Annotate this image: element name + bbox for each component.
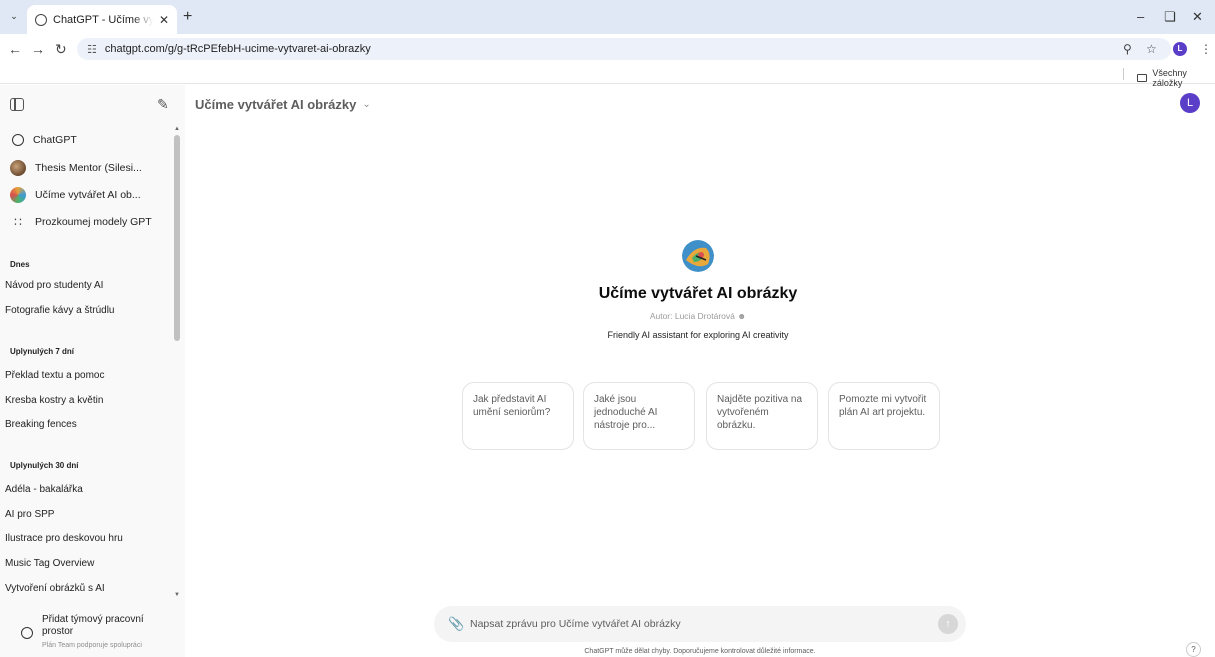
send-button[interactable]: ↑ — [938, 614, 958, 634]
sidebar-item-explore-gpts[interactable]: ∷ Prozkoumej modely GPT — [10, 211, 175, 233]
conversation-item[interactable]: Vytvoření obrázků s AI — [5, 583, 170, 594]
conversation-starter[interactable]: Jaké jsou jednoduché AI nástroje pro... — [583, 382, 695, 450]
restore-icon[interactable]: ❏ — [1164, 9, 1176, 25]
bookmarks-divider — [1123, 68, 1124, 80]
scroll-down-arrow-icon[interactable]: ▼ — [174, 592, 180, 598]
bookmarks-bar: Všechny záložky — [0, 64, 1215, 88]
new-chat-icon[interactable]: ✎ — [157, 96, 173, 112]
new-tab-button[interactable]: + — [183, 8, 192, 26]
all-bookmarks-label: Všechny záložky — [1152, 68, 1187, 88]
address-bar[interactable]: ☷ chatgpt.com/g/g-tRcPEfebH-ucime-vytvar… — [77, 38, 1171, 60]
toggle-sidebar-icon[interactable] — [10, 98, 24, 111]
sidebar-item-thesis-mentor[interactable]: Thesis Mentor (Silesi... — [10, 157, 175, 179]
conversation-starter[interactable]: Pomozte mi vytvořit plán AI art projektu… — [828, 382, 940, 450]
tab-title: ChatGPT - Učíme vytvářet AI obrázky — [53, 13, 153, 26]
sidebar-item-chatgpt[interactable]: ChatGPT — [10, 129, 175, 151]
conversation-item[interactable]: Fotografie kávy a štrúdlu — [5, 305, 170, 316]
browser-profile-avatar[interactable]: L — [1173, 42, 1187, 56]
folder-icon — [1137, 74, 1148, 82]
gpt-selector[interactable]: Učíme vytvářet AI obrázky ⌄ — [195, 97, 371, 112]
gpt-avatar — [682, 240, 714, 272]
scroll-up-arrow-icon[interactable]: ▲ — [174, 126, 180, 132]
sidebar-item-label: Thesis Mentor (Silesi... — [35, 162, 142, 174]
team-workspace-subtitle: Plán Team podporuje spolupráci — [42, 642, 142, 649]
gpt-title: Učíme vytvářet AI obrázky — [598, 285, 798, 302]
ucime-vytvaret-avatar — [10, 187, 26, 203]
disclaimer: ChatGPT může dělat chyby. Doporučujeme k… — [584, 648, 816, 655]
sidebar-scrollbar[interactable] — [174, 135, 180, 341]
person-icon: ☻ — [737, 311, 747, 321]
header-title: Učíme vytvářet AI obrázky — [195, 97, 357, 112]
chatgpt-favicon-icon — [35, 13, 47, 26]
browser-menu-icon[interactable]: ⋮ — [1200, 42, 1212, 56]
conversation-item[interactable]: Ilustrace pro deskovou hru — [5, 533, 170, 544]
attach-paperclip-icon[interactable]: 📎 — [448, 616, 464, 632]
zoom-icon[interactable]: ⚲ — [1123, 42, 1132, 56]
thesis-mentor-avatar — [10, 160, 26, 176]
conversation-item[interactable]: AI pro SPP — [5, 509, 170, 520]
conversation-item[interactable]: Kresba kostry a květin — [5, 395, 170, 406]
gpt-description: Friendly AI assistant for exploring AI c… — [607, 330, 789, 340]
sidebar-item-label: ChatGPT — [33, 134, 77, 146]
conversation-item[interactable]: Adéla - bakalářka — [5, 484, 170, 495]
browser-tabstrip: ⌄ ChatGPT - Učíme vytvářet AI obrázky ✕ … — [0, 0, 1215, 34]
conversation-starter[interactable]: Najděte pozitiva na vytvořeném obrázku. — [706, 382, 818, 450]
browser-toolbar: ← → ↻ ☷ chatgpt.com/g/g-tRcPEfebH-ucime-… — [0, 34, 1215, 64]
section-title-today: Dnes — [10, 260, 30, 269]
all-bookmarks-button[interactable]: Všechny záložky — [1137, 68, 1215, 88]
reload-icon[interactable]: ↻ — [55, 40, 67, 58]
conversation-item[interactable]: Music Tag Overview — [5, 558, 170, 569]
back-arrow-icon[interactable]: ← — [8, 40, 22, 58]
conversation-item[interactable]: Překlad textu a pomoc — [5, 370, 170, 381]
tab-search-chevron-icon[interactable]: ⌄ — [7, 9, 21, 23]
conversation-starter[interactable]: Jak představit AI umění seniorům? — [462, 382, 574, 450]
message-input[interactable] — [470, 615, 910, 633]
chatgpt-logo-icon — [12, 134, 24, 146]
help-button[interactable]: ? — [1186, 642, 1201, 657]
conversation-item[interactable]: Návod pro studenty AI — [5, 280, 170, 291]
site-settings-icon[interactable]: ☷ — [87, 43, 97, 56]
chevron-down-icon: ⌄ — [362, 99, 371, 110]
sidebar-item-label: Prozkoumej modely GPT — [35, 216, 152, 228]
close-tab-icon[interactable]: ✕ — [159, 13, 169, 27]
bookmark-star-icon[interactable]: ☆ — [1146, 42, 1157, 56]
forward-arrow-icon[interactable]: → — [31, 40, 45, 58]
minimize-icon[interactable]: – — [1137, 9, 1144, 24]
section-title-7-days: Uplynulých 7 dní — [10, 347, 75, 356]
team-workspace-icon — [21, 627, 33, 639]
message-composer: 📎 ↑ — [434, 606, 966, 642]
gpt-author-label: Autor: Lucia Drotárová — [649, 311, 735, 321]
sidebar-item-ucime-vytvaret[interactable]: Učíme vytvářet AI ob... — [10, 184, 175, 206]
section-title-30-days: Uplynulých 30 dní — [10, 461, 79, 470]
sidebar: ✎ ChatGPT Thesis Mentor (Silesi... Učíme… — [0, 85, 185, 657]
grid-icon: ∷ — [14, 215, 22, 229]
gpt-author: Autor: Lucia Drotárová ☻ — [498, 311, 898, 321]
add-team-workspace-button[interactable]: Přidat týmový pracovní prostor Plán Team… — [0, 608, 185, 657]
conversation-item[interactable]: Breaking fences — [5, 419, 170, 430]
close-window-icon[interactable]: ✕ — [1192, 9, 1203, 25]
url-text: chatgpt.com/g/g-tRcPEfebH-ucime-vytvaret… — [104, 43, 371, 55]
team-workspace-title: Přidat týmový pracovní prostor — [42, 614, 144, 637]
browser-tab[interactable]: ChatGPT - Učíme vytvářet AI obrázky ✕ — [27, 5, 177, 34]
user-avatar[interactable]: L — [1180, 93, 1200, 113]
sidebar-item-label: Učíme vytvářet AI ob... — [35, 189, 141, 201]
